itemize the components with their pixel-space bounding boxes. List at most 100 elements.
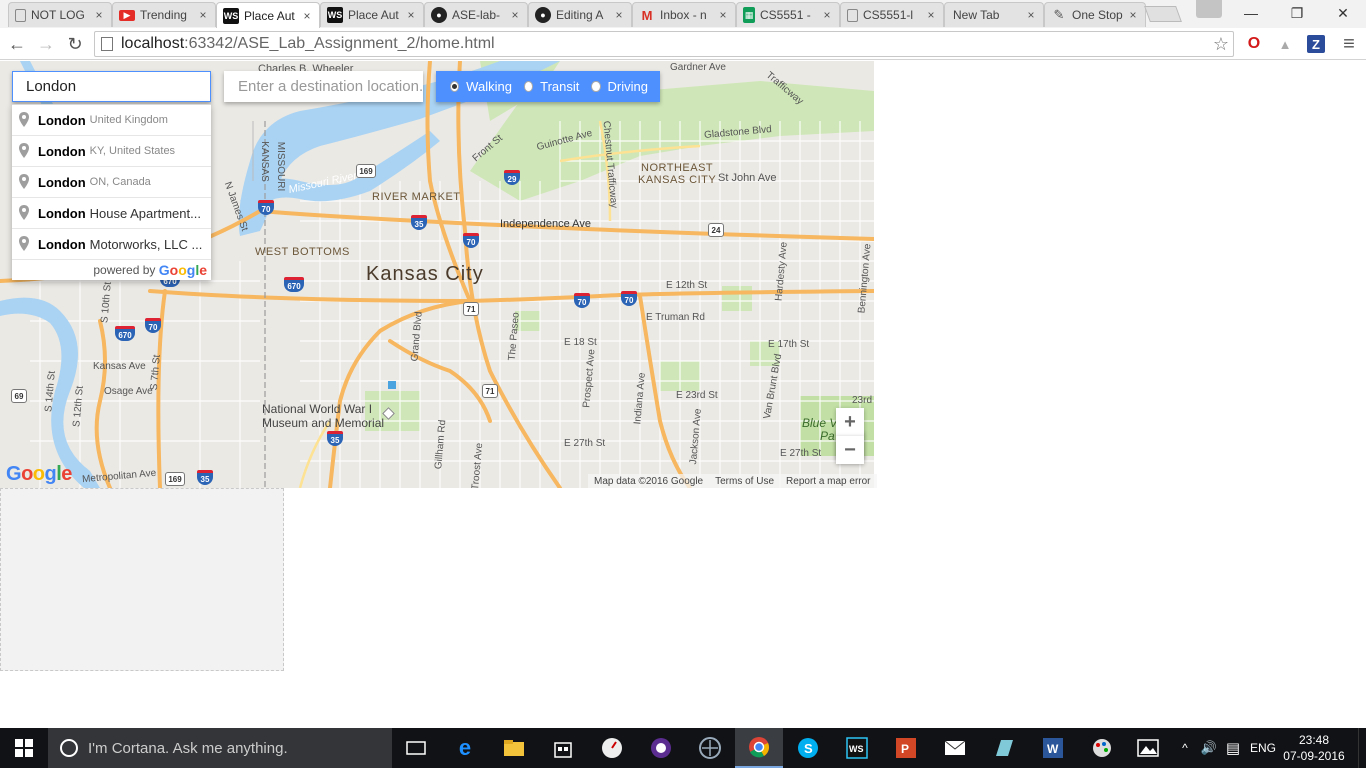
onenote-app-icon[interactable]: [637, 728, 685, 768]
close-icon[interactable]: ×: [925, 8, 937, 22]
close-window-button[interactable]: ✕: [1320, 0, 1366, 26]
github-icon: ●: [535, 7, 551, 23]
map-label: E 18 St: [564, 337, 597, 348]
task-view-icon[interactable]: [392, 728, 440, 768]
store-icon[interactable]: [539, 728, 587, 768]
tab-new-tab[interactable]: New Tab ×: [944, 2, 1044, 27]
origin-input[interactable]: [12, 71, 211, 102]
terms-of-use-link[interactable]: Terms of Use: [709, 476, 780, 487]
walking-label[interactable]: Walking: [466, 79, 512, 94]
walking-radio[interactable]: [450, 81, 460, 92]
page-icon: [15, 8, 26, 22]
driving-radio[interactable]: [591, 81, 601, 92]
driving-label[interactable]: Driving: [608, 79, 648, 94]
chrome-icon[interactable]: [735, 728, 783, 768]
report-map-error-link[interactable]: Report a map error: [780, 476, 876, 487]
close-icon[interactable]: ×: [1025, 8, 1037, 22]
skype-icon[interactable]: S: [784, 728, 832, 768]
system-clock[interactable]: 23:48 07-09-2016: [1282, 732, 1346, 764]
clock-app-icon[interactable]: [588, 728, 636, 768]
close-icon[interactable]: ×: [613, 8, 625, 22]
app-icon[interactable]: [980, 728, 1028, 768]
profile-avatar-icon[interactable]: [1196, 0, 1222, 18]
transit-label[interactable]: Transit: [540, 79, 579, 94]
tab-title: One Stop: [1072, 8, 1123, 22]
paint-app-icon[interactable]: [1078, 728, 1126, 768]
forward-button[interactable]: →: [34, 32, 58, 56]
suggestion-item[interactable]: London Motorworks, LLC ...: [12, 229, 211, 260]
chrome-menu-button[interactable]: ≡: [1338, 33, 1360, 55]
tab-one-stop[interactable]: ✎ One Stop ×: [1044, 2, 1146, 27]
map-label: KANSAS: [258, 141, 270, 182]
tab-editing[interactable]: ● Editing A ×: [528, 2, 632, 27]
tab-inbox[interactable]: M Inbox - n ×: [632, 2, 736, 27]
show-desktop-button[interactable]: [1358, 728, 1366, 768]
webstorm-icon[interactable]: WS: [833, 728, 881, 768]
back-button[interactable]: ←: [5, 32, 29, 56]
tab-title: Place Aut: [348, 8, 399, 22]
close-icon[interactable]: ×: [197, 8, 209, 22]
suggestion-item[interactable]: London ON, Canada: [12, 167, 211, 198]
gmail-icon: M: [641, 7, 653, 23]
show-hidden-icons-chevron[interactable]: ^: [1176, 728, 1194, 768]
suggestion-secondary-text: KY, United States: [89, 145, 176, 157]
drive-extension-icon[interactable]: ▲: [1274, 33, 1296, 55]
transit-radio[interactable]: [523, 81, 534, 92]
tab-cs5551-page[interactable]: CS5551-l ×: [840, 2, 944, 27]
svg-text:S: S: [804, 741, 813, 756]
suggestion-item[interactable]: London KY, United States: [12, 136, 211, 167]
reload-button[interactable]: ↻: [63, 32, 87, 56]
volume-icon[interactable]: 🔊: [1198, 728, 1220, 768]
close-icon[interactable]: ×: [717, 8, 729, 22]
route-shield: 69: [11, 389, 27, 403]
cortana-search-box[interactable]: I'm Cortana. Ask me anything.: [48, 728, 392, 768]
github-icon: ●: [431, 7, 447, 23]
zoom-out-button[interactable]: −: [836, 436, 864, 464]
autocomplete-dropdown: London United Kingdom London KY, United …: [12, 104, 211, 280]
file-explorer-icon[interactable]: [490, 728, 538, 768]
opera-extension-icon[interactable]: O: [1243, 33, 1265, 55]
language-indicator[interactable]: ENG: [1246, 728, 1280, 768]
restore-button[interactable]: ❐: [1274, 0, 1320, 26]
address-bar[interactable]: localhost:63342/ASE_Lab_Assignment_2/hom…: [94, 31, 1234, 57]
photos-icon[interactable]: [1124, 728, 1172, 768]
google-wordmark: Google: [158, 262, 207, 278]
map-label: E 12th St: [666, 280, 708, 291]
tab-ase-lab[interactable]: ● ASE-lab- ×: [424, 2, 528, 27]
powerpoint-icon[interactable]: P: [882, 728, 930, 768]
page-info-icon[interactable]: [101, 37, 113, 51]
word-icon[interactable]: W: [1029, 728, 1077, 768]
tab-not-logged[interactable]: NOT LOG ×: [8, 2, 112, 27]
new-tab-button[interactable]: [1144, 6, 1182, 22]
zoom-in-button[interactable]: +: [836, 408, 864, 436]
tab-place-autocomplete-active[interactable]: WS Place Aut ×: [216, 2, 320, 28]
suggestion-item[interactable]: London House Apartment...: [12, 198, 211, 229]
destination-input[interactable]: [224, 71, 423, 102]
z-extension-icon[interactable]: Z: [1307, 35, 1325, 53]
notifications-icon[interactable]: ▤: [1222, 728, 1244, 768]
tab-trending[interactable]: ▶ Trending ×: [112, 2, 216, 27]
app-icon[interactable]: [686, 728, 734, 768]
close-icon[interactable]: ×: [1127, 8, 1139, 22]
mail-icon[interactable]: [931, 728, 979, 768]
map-label: RIVER MARKET: [372, 191, 461, 203]
bookmark-star-icon[interactable]: ☆: [1213, 34, 1229, 55]
tab-cs5551-sheet[interactable]: ▦ CS5551 - ×: [736, 2, 840, 27]
close-icon[interactable]: ×: [509, 8, 521, 22]
close-icon[interactable]: ×: [405, 8, 417, 22]
suggestion-rest-text: House Apartment...: [89, 205, 201, 221]
tab-place-autocomplete[interactable]: WS Place Aut ×: [320, 2, 424, 27]
close-icon[interactable]: ×: [821, 8, 833, 22]
start-button[interactable]: [0, 728, 48, 768]
sheets-icon: ▦: [743, 7, 755, 23]
close-icon[interactable]: ×: [93, 8, 105, 22]
windows-logo-icon: [15, 739, 33, 757]
suggestion-secondary-text: ON, Canada: [89, 176, 151, 188]
close-icon[interactable]: ×: [301, 9, 313, 23]
minimize-button[interactable]: —: [1228, 0, 1274, 26]
edge-icon[interactable]: e: [441, 728, 489, 768]
map-label: Independence Ave: [500, 218, 591, 230]
page-icon: [847, 8, 858, 22]
suggestion-item[interactable]: London United Kingdom: [12, 105, 211, 136]
clock-date: 07-09-2016: [1283, 749, 1345, 763]
